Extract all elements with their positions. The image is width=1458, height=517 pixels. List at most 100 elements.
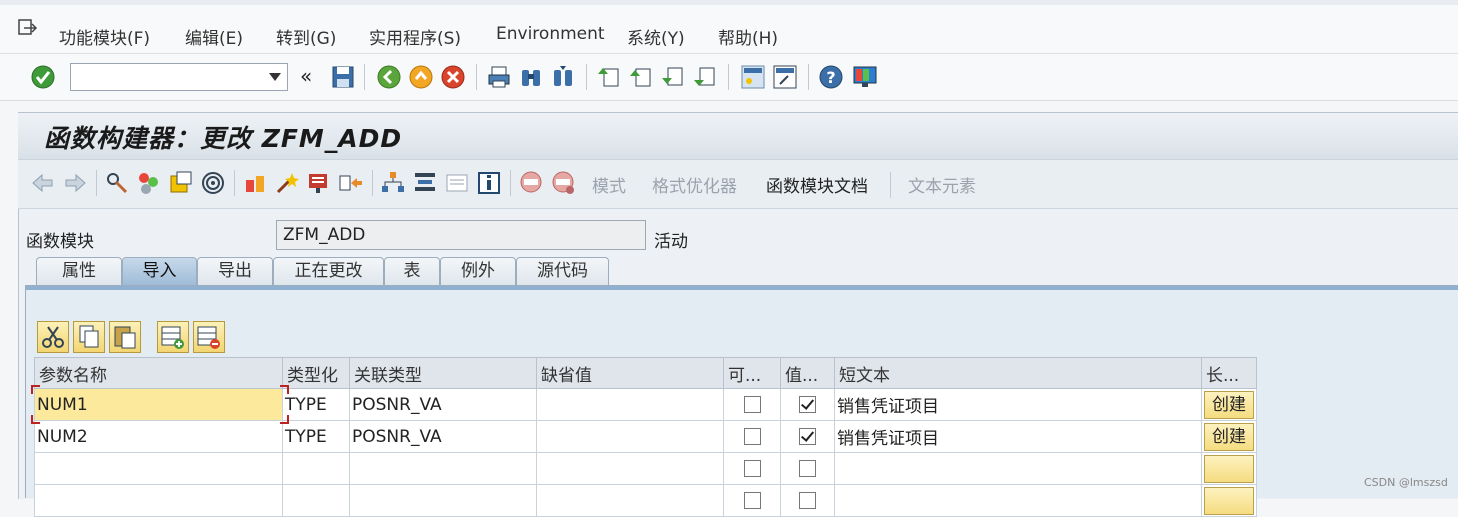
long-text-cell[interactable]: 创建: [1201, 420, 1257, 453]
next-page-icon[interactable]: [660, 64, 686, 90]
associated-type-cell[interactable]: [349, 484, 537, 517]
pass-value-checkbox[interactable]: [799, 428, 816, 445]
shortcut-icon[interactable]: [772, 64, 798, 90]
optional-cell[interactable]: [723, 484, 781, 517]
tab-attributes[interactable]: 属性: [36, 257, 122, 285]
optional-checkbox[interactable]: [743, 492, 761, 509]
print-icon[interactable]: [486, 64, 512, 90]
optional-cell[interactable]: [723, 420, 781, 453]
column-header-associated-type[interactable]: 关联类型: [349, 357, 537, 389]
pass-value-checkbox[interactable]: [799, 396, 816, 413]
associated-type-cell[interactable]: POSNR_VA: [349, 388, 537, 421]
create-long-text-button[interactable]: [1204, 486, 1254, 515]
copy-row-button[interactable]: [73, 321, 105, 353]
customize-layout-icon[interactable]: [852, 64, 878, 90]
info-icon[interactable]: [476, 170, 502, 196]
back-icon[interactable]: [376, 64, 402, 90]
short-text-cell[interactable]: 销售凭证项目: [834, 420, 1202, 453]
help-icon[interactable]: ?: [818, 64, 844, 90]
column-header-typing[interactable]: 类型化: [282, 357, 350, 389]
pass-value-cell[interactable]: [780, 484, 835, 517]
tab-export[interactable]: 导出: [197, 257, 273, 285]
parameter-name-cell[interactable]: NUM2: [34, 420, 283, 453]
last-page-icon[interactable]: [692, 64, 718, 90]
column-header-parameter-name[interactable]: 参数名称: [34, 357, 283, 389]
delete-row-button[interactable]: [193, 321, 225, 353]
activate-icon[interactable]: [274, 170, 300, 196]
chevron-down-icon[interactable]: [269, 73, 281, 81]
optional-cell[interactable]: [723, 452, 781, 485]
enter-check-icon[interactable]: [30, 64, 56, 90]
typing-cell[interactable]: TYPE: [282, 388, 350, 421]
short-text-cell[interactable]: 销售凭证项目: [834, 388, 1202, 421]
default-value-cell[interactable]: [536, 420, 724, 453]
tab-tables[interactable]: 表: [384, 257, 440, 285]
menu-utilities[interactable]: 实用程序(S): [369, 24, 461, 49]
exit-icon[interactable]: [408, 64, 434, 90]
column-header-short-text[interactable]: 短文本: [834, 357, 1202, 389]
paste-row-button[interactable]: [109, 321, 141, 353]
pass-value-checkbox[interactable]: [799, 460, 816, 477]
pattern-icon[interactable]: [338, 170, 364, 196]
typing-cell[interactable]: TYPE: [282, 420, 350, 453]
tab-exceptions[interactable]: 例外: [440, 257, 516, 285]
column-header-optional[interactable]: 可...: [723, 357, 781, 389]
typing-cell[interactable]: [282, 452, 350, 485]
default-value-cell[interactable]: [536, 388, 724, 421]
pass-value-cell[interactable]: [780, 420, 835, 453]
text-elements-button[interactable]: 文本元素: [908, 172, 976, 197]
cut-row-button[interactable]: [37, 321, 69, 353]
default-value-cell[interactable]: [536, 484, 724, 517]
parameter-name-cell[interactable]: [34, 484, 283, 517]
find-next-icon[interactable]: [550, 64, 576, 90]
short-text-cell[interactable]: [834, 452, 1202, 485]
menu-system[interactable]: 系统(Y): [627, 24, 685, 49]
long-text-cell[interactable]: [1201, 484, 1257, 517]
other-object-icon[interactable]: [168, 170, 194, 196]
history-back-icon[interactable]: «: [300, 64, 312, 88]
menu-environment[interactable]: Environment: [496, 24, 605, 44]
associated-type-cell[interactable]: [349, 452, 537, 485]
external-breakpoint-icon[interactable]: [550, 170, 576, 196]
column-header-long-text[interactable]: 长...: [1201, 357, 1257, 389]
long-text-cell[interactable]: [1201, 452, 1257, 485]
menu-help[interactable]: 帮助(H): [718, 24, 778, 49]
parameter-name-cell[interactable]: [34, 452, 283, 485]
mode-button[interactable]: 模式: [592, 172, 626, 197]
menu-goto[interactable]: 转到(G): [276, 24, 336, 49]
object-list-icon[interactable]: [380, 170, 406, 196]
optional-checkbox[interactable]: [743, 428, 761, 445]
menu-edit[interactable]: 编辑(E): [185, 24, 243, 49]
associated-type-cell[interactable]: POSNR_VA: [349, 420, 537, 453]
tab-source-code[interactable]: 源代码: [516, 257, 609, 285]
navigation-window-icon[interactable]: [412, 170, 438, 196]
typing-cell[interactable]: [282, 484, 350, 517]
pass-value-cell[interactable]: [780, 388, 835, 421]
insert-row-button[interactable]: [157, 321, 189, 353]
breakpoint-icon[interactable]: [518, 170, 544, 196]
menu-function-module[interactable]: 功能模块(F): [59, 24, 150, 49]
active-inactive-icon[interactable]: [136, 170, 162, 196]
first-page-icon[interactable]: [596, 64, 622, 90]
column-header-pass-value[interactable]: 值...: [780, 357, 835, 389]
previous-page-icon[interactable]: [628, 64, 654, 90]
command-field[interactable]: [70, 63, 288, 91]
arrow-right-icon[interactable]: [62, 170, 88, 196]
command-input[interactable]: [75, 65, 269, 91]
cancel-icon[interactable]: [440, 64, 466, 90]
new-session-icon[interactable]: [740, 64, 766, 90]
create-long-text-button[interactable]: 创建: [1204, 422, 1254, 451]
create-long-text-button[interactable]: 创建: [1204, 390, 1254, 419]
test-icon[interactable]: [306, 170, 332, 196]
pass-value-cell[interactable]: [780, 452, 835, 485]
column-header-default-value[interactable]: 缺省值: [536, 357, 724, 389]
short-text-cell[interactable]: [834, 484, 1202, 517]
arrow-left-icon[interactable]: [30, 170, 56, 196]
default-value-cell[interactable]: [536, 452, 724, 485]
tab-import[interactable]: 导入: [122, 257, 197, 285]
save-icon[interactable]: [330, 64, 356, 90]
pass-value-checkbox[interactable]: [799, 492, 816, 509]
pretty-printer-button[interactable]: 格式优化器: [652, 172, 737, 197]
function-module-doc-button[interactable]: 函数模块文档: [766, 172, 868, 197]
enhancement-icon[interactable]: [444, 170, 470, 196]
